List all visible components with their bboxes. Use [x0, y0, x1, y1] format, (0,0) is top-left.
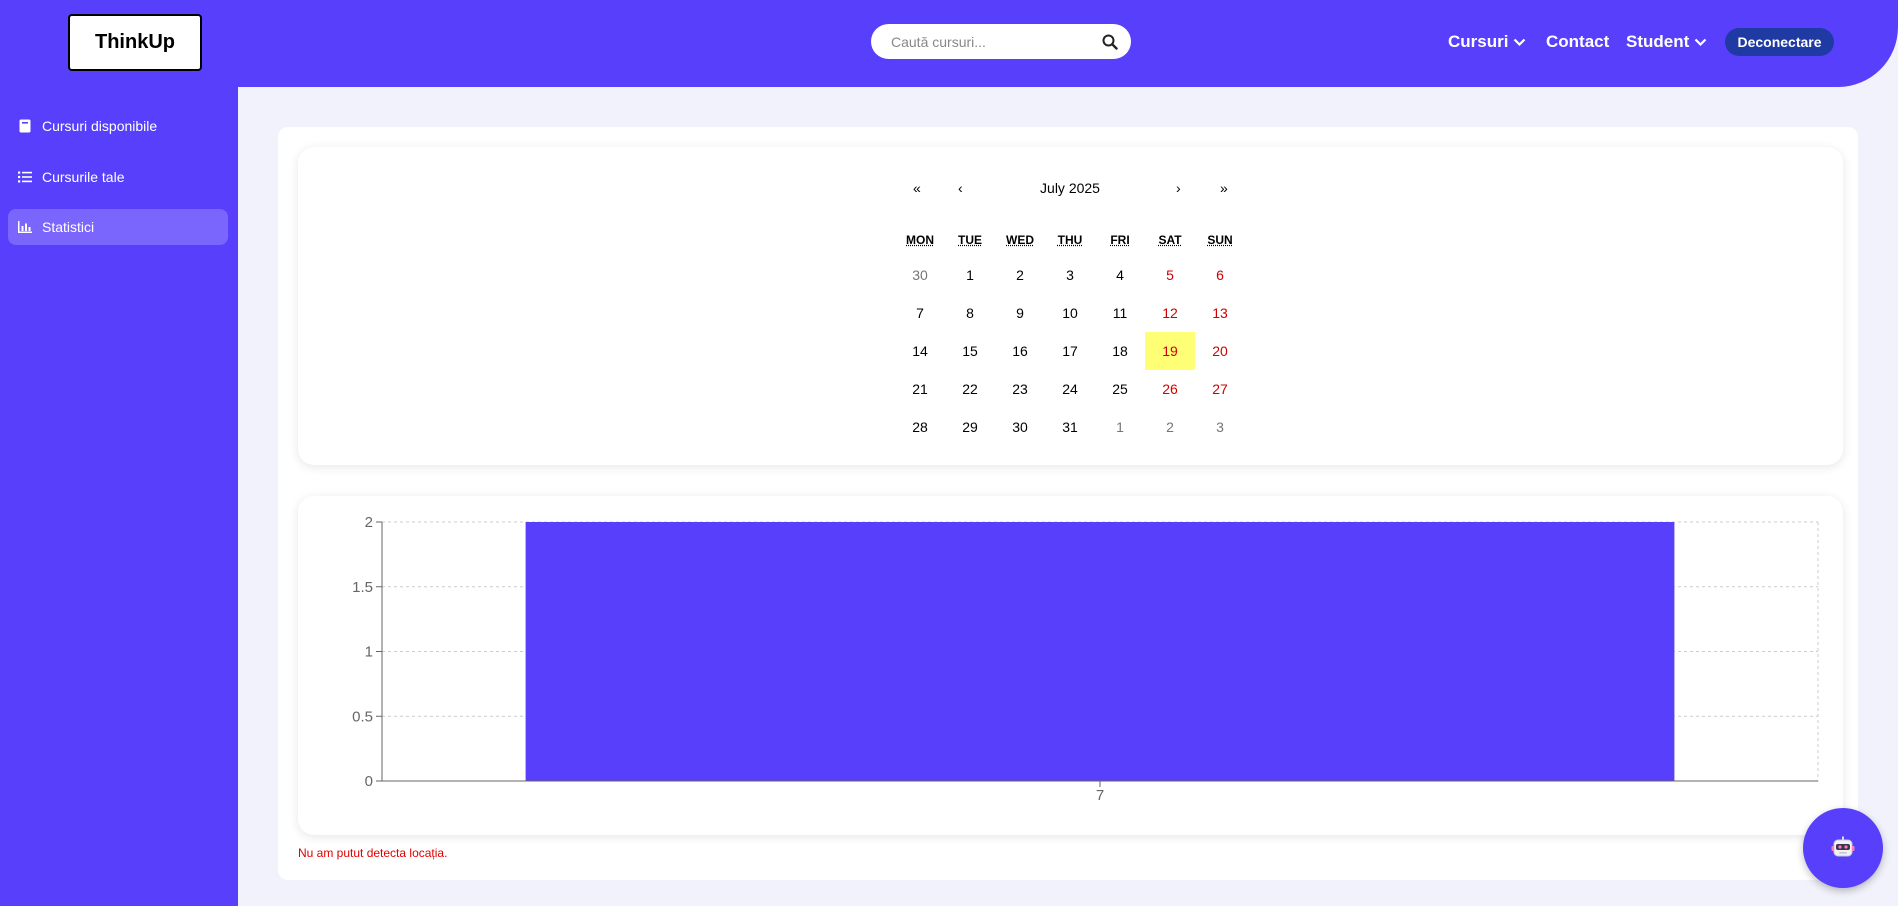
calendar-weekday-header: SAT [1158, 233, 1182, 247]
top-header: ThinkUp Cursuri Contact Student Deconect… [0, 0, 1898, 87]
location-error-message: Nu am putut detecta locația. [298, 846, 448, 860]
calendar-day[interactable]: 3 [1195, 408, 1245, 446]
calendar-day[interactable]: 13 [1195, 294, 1245, 332]
x-tick-label: 7 [1096, 787, 1104, 804]
calendar-day[interactable]: 4 [1095, 256, 1145, 294]
y-tick-label: 0.5 [352, 708, 373, 725]
list-icon [18, 170, 32, 184]
calendar-day[interactable]: 16 [995, 332, 1045, 370]
calendar-day[interactable]: 3 [1045, 256, 1095, 294]
search-icon[interactable] [1101, 33, 1119, 51]
calendar-month-label[interactable]: July 2025 [1020, 180, 1120, 196]
nav-courses-label: Cursuri [1448, 32, 1509, 51]
calendar-weekday-header: WED [1006, 233, 1034, 247]
sidebar-item-label: Statistici [42, 219, 95, 235]
calendar-day[interactable]: 30 [995, 408, 1045, 446]
logout-button[interactable]: Deconectare [1725, 28, 1834, 56]
calendar-day[interactable]: 11 [1095, 294, 1145, 332]
y-tick-label: 2 [365, 514, 373, 531]
bar-chart: 0 0.5 1 1.5 2 7 [352, 514, 1819, 804]
calendar-weekday-header: SUN [1207, 233, 1233, 247]
chart-card: 0 0.5 1 1.5 2 7 [298, 496, 1843, 835]
y-tick-label: 0 [365, 773, 373, 790]
calendar-day[interactable]: 25 [1095, 370, 1145, 408]
sidebar-item-available-courses[interactable]: Cursuri disponibile [8, 108, 228, 144]
calendar-day[interactable]: 15 [945, 332, 995, 370]
calendar-day[interactable]: 19 [1145, 332, 1195, 370]
calendar-day[interactable]: 6 [1195, 256, 1245, 294]
calendar-day[interactable]: 24 [1045, 370, 1095, 408]
search-bar [871, 24, 1131, 59]
sidebar-item-label: Cursuri disponibile [42, 118, 158, 134]
chevron-down-icon [1513, 38, 1526, 47]
calendar-day[interactable]: 10 [1045, 294, 1095, 332]
calendar-next-button[interactable]: › [1176, 180, 1181, 196]
calendar-day[interactable]: 18 [1095, 332, 1145, 370]
calendar-day[interactable]: 12 [1145, 294, 1195, 332]
calendar-day[interactable]: 31 [1045, 408, 1095, 446]
calendar-day[interactable]: 5 [1145, 256, 1195, 294]
calendar-day[interactable]: 8 [945, 294, 995, 332]
sidebar-item-label: Cursurile tale [42, 169, 125, 185]
robot-icon [1831, 836, 1855, 857]
calendar-day[interactable]: 17 [1045, 332, 1095, 370]
calendar-day[interactable]: 7 [895, 294, 945, 332]
y-tick-label: 1.5 [352, 579, 373, 596]
calendar-day[interactable]: 20 [1195, 332, 1245, 370]
sidebar-item-your-courses[interactable]: Cursurile tale [8, 159, 228, 195]
calendar-day[interactable]: 2 [1145, 408, 1195, 446]
calendar-day[interactable]: 21 [895, 370, 945, 408]
sidebar-item-statistics[interactable]: Statistici [8, 209, 228, 245]
calendar-day[interactable]: 29 [945, 408, 995, 446]
calendar-day[interactable]: 27 [1195, 370, 1245, 408]
calendar-day[interactable]: 26 [1145, 370, 1195, 408]
calendar-day[interactable]: 28 [895, 408, 945, 446]
y-tick-label: 1 [365, 644, 373, 661]
calendar-prev-button[interactable]: ‹ [958, 180, 963, 196]
book-icon [18, 119, 32, 133]
chevron-down-icon [1694, 38, 1707, 47]
calendar-day[interactable]: 22 [945, 370, 995, 408]
calendar-day[interactable]: 1 [1095, 408, 1145, 446]
nav-contact-link[interactable]: Contact [1546, 28, 1609, 56]
calendar-weekday-header: THU [1057, 233, 1083, 247]
calendar-weekday-header: MON [906, 233, 934, 247]
calendar-day[interactable]: 9 [995, 294, 1045, 332]
calendar-first-button[interactable]: « [913, 180, 921, 196]
calendar-day[interactable]: 14 [895, 332, 945, 370]
chatbot-button[interactable] [1803, 808, 1883, 888]
calendar-weekday-header: TUE [958, 233, 982, 247]
calendar-last-button[interactable]: » [1220, 180, 1228, 196]
logo[interactable]: ThinkUp [68, 14, 202, 71]
chart-bar [525, 522, 1675, 781]
bar-chart-icon [18, 220, 32, 234]
calendar-day[interactable]: 1 [945, 256, 995, 294]
calendar-day[interactable]: 30 [895, 256, 945, 294]
calendar-day[interactable]: 23 [995, 370, 1045, 408]
search-input[interactable] [891, 33, 1101, 50]
nav-courses-dropdown[interactable]: Cursuri [1448, 28, 1526, 56]
sidebar: Cursuri disponibile Cursurile tale Stati… [0, 87, 238, 906]
calendar-weekday-header: FRI [1110, 233, 1130, 247]
calendar-day[interactable]: 2 [995, 256, 1045, 294]
nav-student-dropdown[interactable]: Student [1626, 28, 1707, 56]
nav-student-label: Student [1626, 32, 1690, 51]
